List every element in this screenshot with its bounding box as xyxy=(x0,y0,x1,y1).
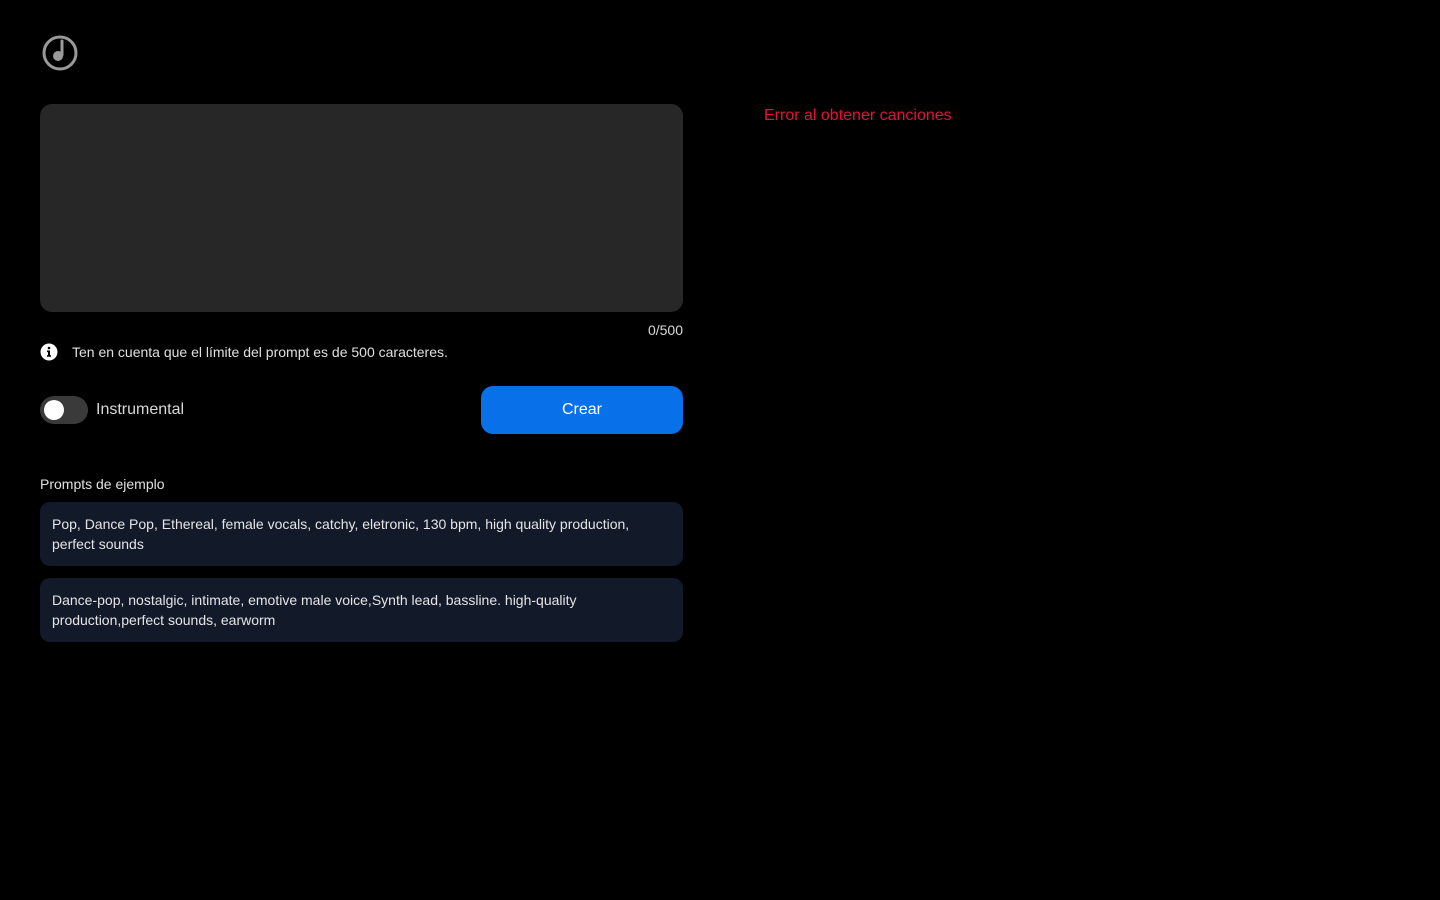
page: 0/500 Ten en cuenta que el límite del pr… xyxy=(0,0,1440,900)
music-note-circle-icon[interactable] xyxy=(40,33,80,73)
char-counter: 0/500 xyxy=(647,322,683,338)
example-prompt-card[interactable]: Dance-pop, nostalgic, intimate, emotive … xyxy=(40,578,683,642)
prompt-input[interactable] xyxy=(40,104,683,312)
info-icon xyxy=(40,343,58,361)
example-prompts-list: Pop, Dance Pop, Ethereal, female vocals,… xyxy=(40,502,683,642)
example-prompt-card[interactable]: Pop, Dance Pop, Ethereal, female vocals,… xyxy=(40,502,683,566)
songs-error-message: Error al obtener canciones xyxy=(764,107,952,124)
instrumental-label[interactable]: Instrumental xyxy=(96,401,184,419)
instrumental-toggle-group: Instrumental xyxy=(40,396,184,424)
examples-title: Prompts de ejemplo xyxy=(40,476,165,492)
composer-controls: Instrumental Crear xyxy=(40,386,683,434)
prompt-limit-notice: Ten en cuenta que el límite del prompt e… xyxy=(40,342,683,362)
toggle-knob xyxy=(44,400,64,420)
instrumental-toggle[interactable] xyxy=(40,396,88,424)
composer-panel: 0/500 Ten en cuenta que el límite del pr… xyxy=(40,104,683,654)
create-button[interactable]: Crear xyxy=(481,386,683,434)
notice-text: Ten en cuenta que el límite del prompt e… xyxy=(72,344,448,360)
